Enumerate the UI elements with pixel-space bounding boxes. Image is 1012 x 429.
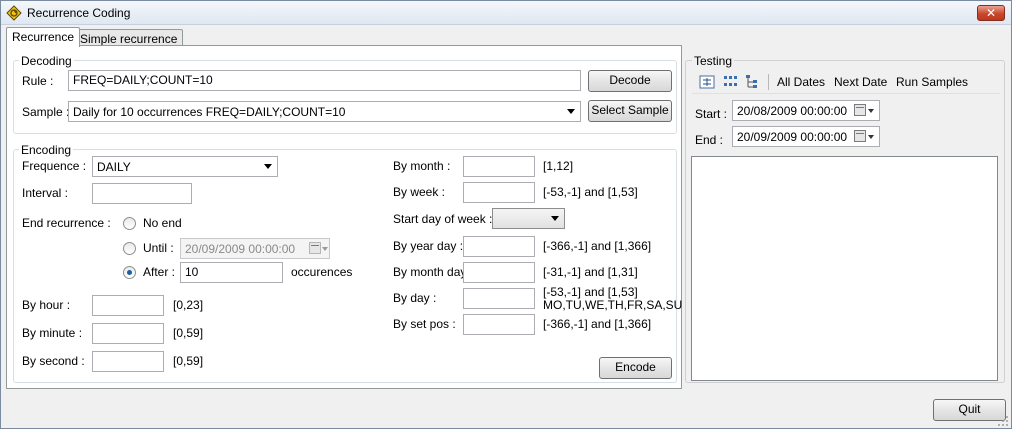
toolbar-separator (768, 74, 769, 90)
testing-toolbar: All Dates Next Date Run Samples (692, 70, 1000, 94)
by-day-range-numeric: [-53,-1] and [1,53] (543, 285, 638, 299)
rule-label: Rule : (22, 74, 54, 88)
by-month-label: By month : (393, 159, 451, 173)
calendar-icon (854, 104, 866, 116)
after-count-input[interactable]: 10 (180, 262, 283, 283)
end-recurrence-label: End recurrence : (22, 216, 111, 230)
main-window: Recurrence Coding ✕ Recurrence Simple re… (0, 0, 1012, 429)
chevron-down-icon (322, 247, 328, 251)
calendar-icon (854, 130, 866, 142)
rule-input[interactable]: FREQ=DAILY;COUNT=10 (68, 70, 581, 91)
by-hour-label: By hour : (22, 298, 71, 312)
title-bar[interactable]: Recurrence Coding ✕ (1, 1, 1011, 25)
quit-button[interactable]: Quit (933, 399, 1006, 421)
by-day-label: By day : (393, 291, 437, 305)
by-hour-input[interactable] (92, 295, 164, 316)
chevron-down-icon (551, 216, 559, 221)
frequence-label: Frequence : (22, 159, 87, 173)
chevron-down-icon (868, 109, 874, 113)
start-day-of-week-label: Start day of week : (393, 212, 493, 226)
sample-select[interactable]: Daily for 10 occurrences FREQ=DAILY;COUN… (68, 101, 581, 122)
frequence-select[interactable]: DAILY (92, 156, 278, 177)
tree-icon[interactable] (744, 74, 760, 90)
start-day-of-week-select[interactable] (492, 208, 565, 229)
tab-recurrence[interactable]: Recurrence (6, 27, 81, 47)
end-label: End : (695, 133, 724, 147)
end-date-picker[interactable]: 20/09/2009 00:00:00 (732, 126, 880, 147)
chevron-down-icon (868, 135, 874, 139)
chevron-down-icon (567, 109, 575, 114)
by-month-day-input[interactable] (463, 262, 535, 283)
by-minute-label: By minute : (22, 326, 83, 340)
start-date-value: 20/08/2009 00:00:00 (737, 104, 848, 118)
by-minute-input[interactable] (92, 323, 164, 344)
interval-label: Interval : (22, 186, 69, 200)
tab-recurrence-label: Recurrence (12, 30, 75, 44)
encode-button[interactable]: Encode (599, 357, 672, 379)
results-list[interactable] (691, 156, 998, 381)
after-radio[interactable] (123, 266, 136, 279)
by-second-label: By second : (22, 354, 85, 368)
by-set-pos-input[interactable] (463, 314, 535, 335)
by-year-day-input[interactable] (463, 236, 535, 257)
by-second-range: [0,59] (173, 354, 204, 368)
app-logo-icon (6, 5, 22, 21)
window-title: Recurrence Coding (27, 6, 131, 20)
by-month-range: [1,12] (543, 159, 574, 173)
decoding-legend: Decoding (19, 54, 74, 68)
frequence-select-value: DAILY (97, 160, 131, 174)
list-icon[interactable] (722, 74, 738, 90)
by-month-day-label: By month day : (393, 265, 474, 279)
by-hour-range: [0,23] (173, 298, 204, 312)
sample-select-value: Daily for 10 occurrences FREQ=DAILY;COUN… (73, 105, 346, 119)
no-end-radio[interactable] (123, 217, 136, 230)
occurences-label: occurences (291, 265, 353, 279)
calendar-icon (309, 242, 321, 254)
select-sample-button[interactable]: Select Sample (588, 100, 672, 122)
interval-input[interactable] (92, 183, 192, 204)
by-week-range: [-53,-1] and [1,53] (543, 185, 638, 199)
until-label: Until : (143, 241, 174, 255)
by-day-range-weekdays: MO,TU,WE,TH,FR,SA,SU (543, 298, 683, 312)
tab-simple-recurrence-label: Simple recurrence (80, 32, 178, 46)
by-day-input[interactable] (463, 288, 535, 309)
decode-button[interactable]: Decode (588, 70, 672, 92)
start-label: Start : (695, 107, 728, 121)
until-date-picker[interactable]: 20/09/2009 00:00:00 (180, 238, 330, 259)
close-button[interactable]: ✕ (977, 5, 1005, 21)
end-date-value: 20/09/2009 00:00:00 (737, 130, 848, 144)
next-date-button[interactable]: Next Date (834, 75, 887, 89)
by-week-input[interactable] (463, 182, 535, 203)
testing-legend: Testing (692, 54, 735, 68)
by-month-input[interactable] (463, 156, 535, 177)
by-year-day-range: [-366,-1] and [1,366] (543, 239, 652, 253)
expand-icon[interactable] (699, 74, 715, 90)
no-end-label: No end (143, 216, 182, 230)
until-radio[interactable] (123, 242, 136, 255)
by-set-pos-label: By set pos : (393, 317, 456, 331)
sample-label: Sample : (22, 105, 70, 119)
encoding-legend: Encoding (19, 143, 74, 157)
by-minute-range: [0,59] (173, 326, 204, 340)
by-month-day-range: [-31,-1] and [1,31] (543, 265, 638, 279)
run-samples-button[interactable]: Run Samples (896, 75, 968, 89)
by-set-pos-range: [-366,-1] and [1,366] (543, 317, 652, 331)
chevron-down-icon (264, 164, 272, 169)
by-week-label: By week : (393, 185, 446, 199)
after-label: After : (143, 265, 176, 279)
close-icon: ✕ (985, 6, 997, 20)
start-date-picker[interactable]: 20/08/2009 00:00:00 (732, 100, 880, 121)
all-dates-button[interactable]: All Dates (777, 75, 825, 89)
by-second-input[interactable] (92, 351, 164, 372)
by-year-day-label: By year day : (393, 239, 464, 253)
resize-grip-icon[interactable] (997, 415, 1009, 427)
until-date-value: 20/09/2009 00:00:00 (185, 242, 296, 256)
